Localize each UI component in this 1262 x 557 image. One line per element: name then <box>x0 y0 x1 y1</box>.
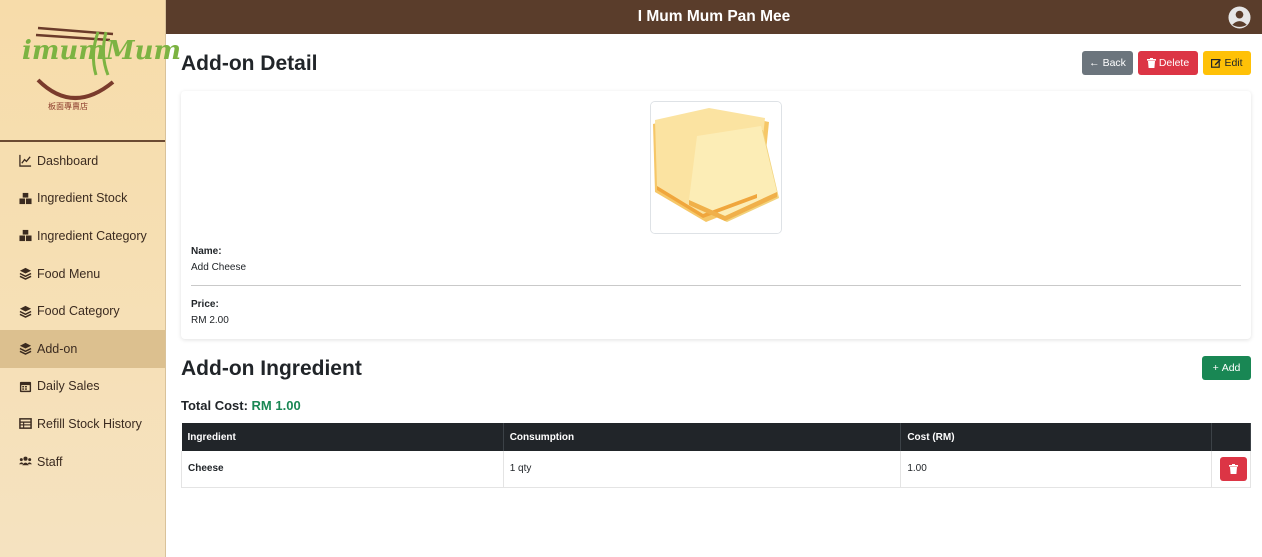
back-button-label: Back <box>1102 57 1126 69</box>
top-navbar: I Mum Mum Pan Mee <box>166 0 1262 34</box>
layers-icon <box>18 342 32 356</box>
brand-logo[interactable]: imumMum 板面專賣店 <box>0 0 181 142</box>
column-header-actions <box>1211 423 1252 451</box>
total-cost: Total Cost: RM 1.00 <box>181 398 301 413</box>
delete-button[interactable]: Delete <box>1138 51 1198 75</box>
column-header-cost: Cost (RM) <box>900 423 1212 451</box>
section-title: Add-on Ingredient <box>181 357 362 380</box>
add-ingredient-button[interactable]: + Add <box>1202 356 1251 380</box>
sidebar-item-staff[interactable]: Staff <box>0 443 165 481</box>
sidebar-item-label: Refill Stock History <box>37 416 142 431</box>
sidebar-item-food-category[interactable]: Food Category <box>0 292 165 330</box>
user-account-icon[interactable] <box>1228 6 1251 29</box>
edit-icon <box>1211 59 1222 68</box>
chart-line-icon <box>18 154 32 168</box>
edit-button[interactable]: Edit <box>1203 51 1251 75</box>
sidebar-item-label: Daily Sales <box>37 379 100 394</box>
delete-ingredient-button[interactable] <box>1219 456 1247 481</box>
sidebar: imumMum 板面專賣店 Dashboard Ingredient Stock… <box>0 0 181 557</box>
trash-icon <box>1146 58 1156 68</box>
main-content: Add-on Detail ← Back Delete Edit Name: A… <box>166 34 1262 557</box>
app-title: I Mum Mum Pan Mee <box>637 8 791 25</box>
name-value: Add Cheese <box>191 262 247 273</box>
sidebar-nav: Dashboard Ingredient Stock Ingredient Ca… <box>0 142 165 480</box>
addon-detail-card: Name: Add Cheese Price: RM 2.00 <box>181 91 1251 339</box>
table-header-row: Ingredient Consumption Cost (RM) <box>181 423 1252 451</box>
sidebar-item-label: Food Category <box>37 304 120 319</box>
cell-ingredient: Cheese <box>181 451 504 488</box>
sidebar-item-label: Food Menu <box>37 266 101 281</box>
price-label: Price: <box>191 299 219 310</box>
layers-icon <box>18 304 32 318</box>
sidebar-item-food-menu[interactable]: Food Menu <box>0 255 165 293</box>
name-label: Name: <box>191 246 222 257</box>
back-button[interactable]: ← Back <box>1082 51 1133 75</box>
edit-button-label: Edit <box>1224 57 1243 69</box>
logo-subtitle: 板面專賣店 <box>48 102 88 111</box>
cheese-slices-image <box>651 102 781 233</box>
total-cost-value: RM 1.00 <box>251 398 301 413</box>
table-icon <box>18 417 32 431</box>
arrow-left-icon: ← <box>1089 57 1100 69</box>
sidebar-item-label: Dashboard <box>37 153 99 168</box>
sidebar-item-ingredient-category[interactable]: Ingredient Category <box>0 217 165 255</box>
column-header-consumption: Consumption <box>503 423 902 451</box>
total-cost-label: Total Cost: <box>181 398 248 413</box>
sidebar-item-ingredient-stock[interactable]: Ingredient Stock <box>0 180 165 218</box>
page-title: Add-on Detail <box>181 52 318 75</box>
sidebar-item-refill-stock-history[interactable]: Refill Stock History <box>0 405 165 443</box>
cell-cost: 1.00 <box>900 451 1212 488</box>
sidebar-item-label: Ingredient Category <box>37 228 147 243</box>
sidebar-item-label: Add-on <box>37 341 78 356</box>
calendar-icon <box>18 379 32 393</box>
delete-button-label: Delete <box>1158 57 1190 69</box>
column-header-ingredient: Ingredient <box>181 423 504 451</box>
boxes-icon <box>18 191 32 205</box>
trash-icon <box>1228 463 1238 474</box>
cell-actions <box>1210 451 1252 488</box>
sidebar-item-label: Staff <box>37 454 63 469</box>
users-icon <box>18 455 32 469</box>
boxes-icon <box>18 229 32 243</box>
price-value: RM 2.00 <box>191 315 229 326</box>
sidebar-item-add-on[interactable]: Add-on <box>0 329 165 368</box>
layers-icon <box>18 267 32 281</box>
sidebar-item-daily-sales[interactable]: Daily Sales <box>0 368 165 406</box>
sidebar-item-dashboard[interactable]: Dashboard <box>0 142 165 180</box>
add-button-label: Add <box>1221 362 1241 374</box>
ingredient-table: Ingredient Consumption Cost (RM) Cheese … <box>181 423 1252 488</box>
cell-consumption: 1 qty <box>502 451 902 488</box>
plus-icon: + <box>1212 362 1219 374</box>
table-row: Cheese 1 qty 1.00 <box>181 451 1252 488</box>
logo-wordmark: imumMum <box>22 36 181 66</box>
divider <box>191 285 1241 286</box>
sidebar-item-label: Ingredient Stock <box>37 191 128 206</box>
addon-image <box>650 101 782 234</box>
